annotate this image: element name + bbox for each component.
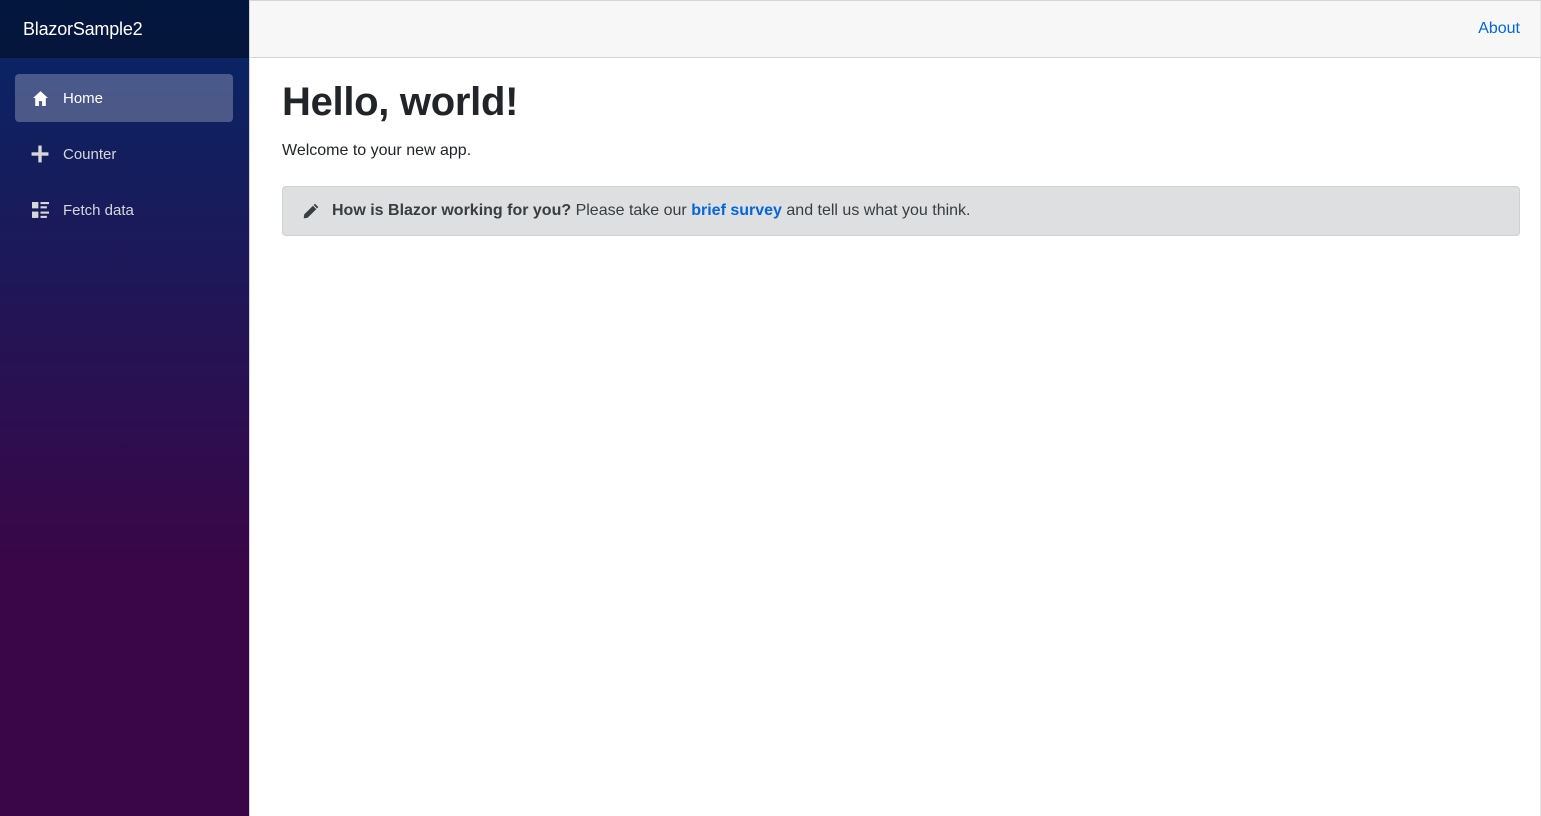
content: Hello, world! Welcome to your new app. H… xyxy=(250,58,1541,236)
main-area: About Hello, world! Welcome to your new … xyxy=(249,0,1541,816)
pencil-icon xyxy=(302,202,320,220)
nav-item-label: Fetch data xyxy=(63,201,134,219)
survey-link[interactable]: brief survey xyxy=(691,202,782,219)
home-icon xyxy=(31,89,49,107)
survey-prompt: How is Blazor working for you? Please ta… xyxy=(282,186,1520,236)
nav-item-label: Home xyxy=(63,89,104,107)
brand-link[interactable]: BlazorSample2 xyxy=(23,19,143,40)
list-rich-icon xyxy=(31,201,49,219)
app-shell: BlazorSample2 Home Counter Fetch data Ab… xyxy=(0,0,1541,816)
brand-bar: BlazorSample2 xyxy=(0,0,249,58)
nav-item-counter[interactable]: Counter xyxy=(15,130,233,178)
plus-icon xyxy=(31,145,49,163)
nav-item-label: Counter xyxy=(63,145,117,163)
nav-item-fetch-data[interactable]: Fetch data xyxy=(15,186,233,234)
top-row: About xyxy=(250,1,1541,58)
welcome-text: Welcome to your new app. xyxy=(282,142,472,159)
survey-pre-link: Please take our xyxy=(575,202,687,219)
nav-menu: Home Counter Fetch data xyxy=(0,58,249,234)
about-link[interactable]: About xyxy=(1478,20,1520,38)
page-title: Hello, world! xyxy=(282,80,519,124)
nav-item-home[interactable]: Home xyxy=(15,74,233,122)
sidebar: BlazorSample2 Home Counter Fetch data xyxy=(0,0,249,816)
survey-question: How is Blazor working for you? xyxy=(332,202,572,219)
survey-post-link: and tell us what you think. xyxy=(786,202,971,219)
